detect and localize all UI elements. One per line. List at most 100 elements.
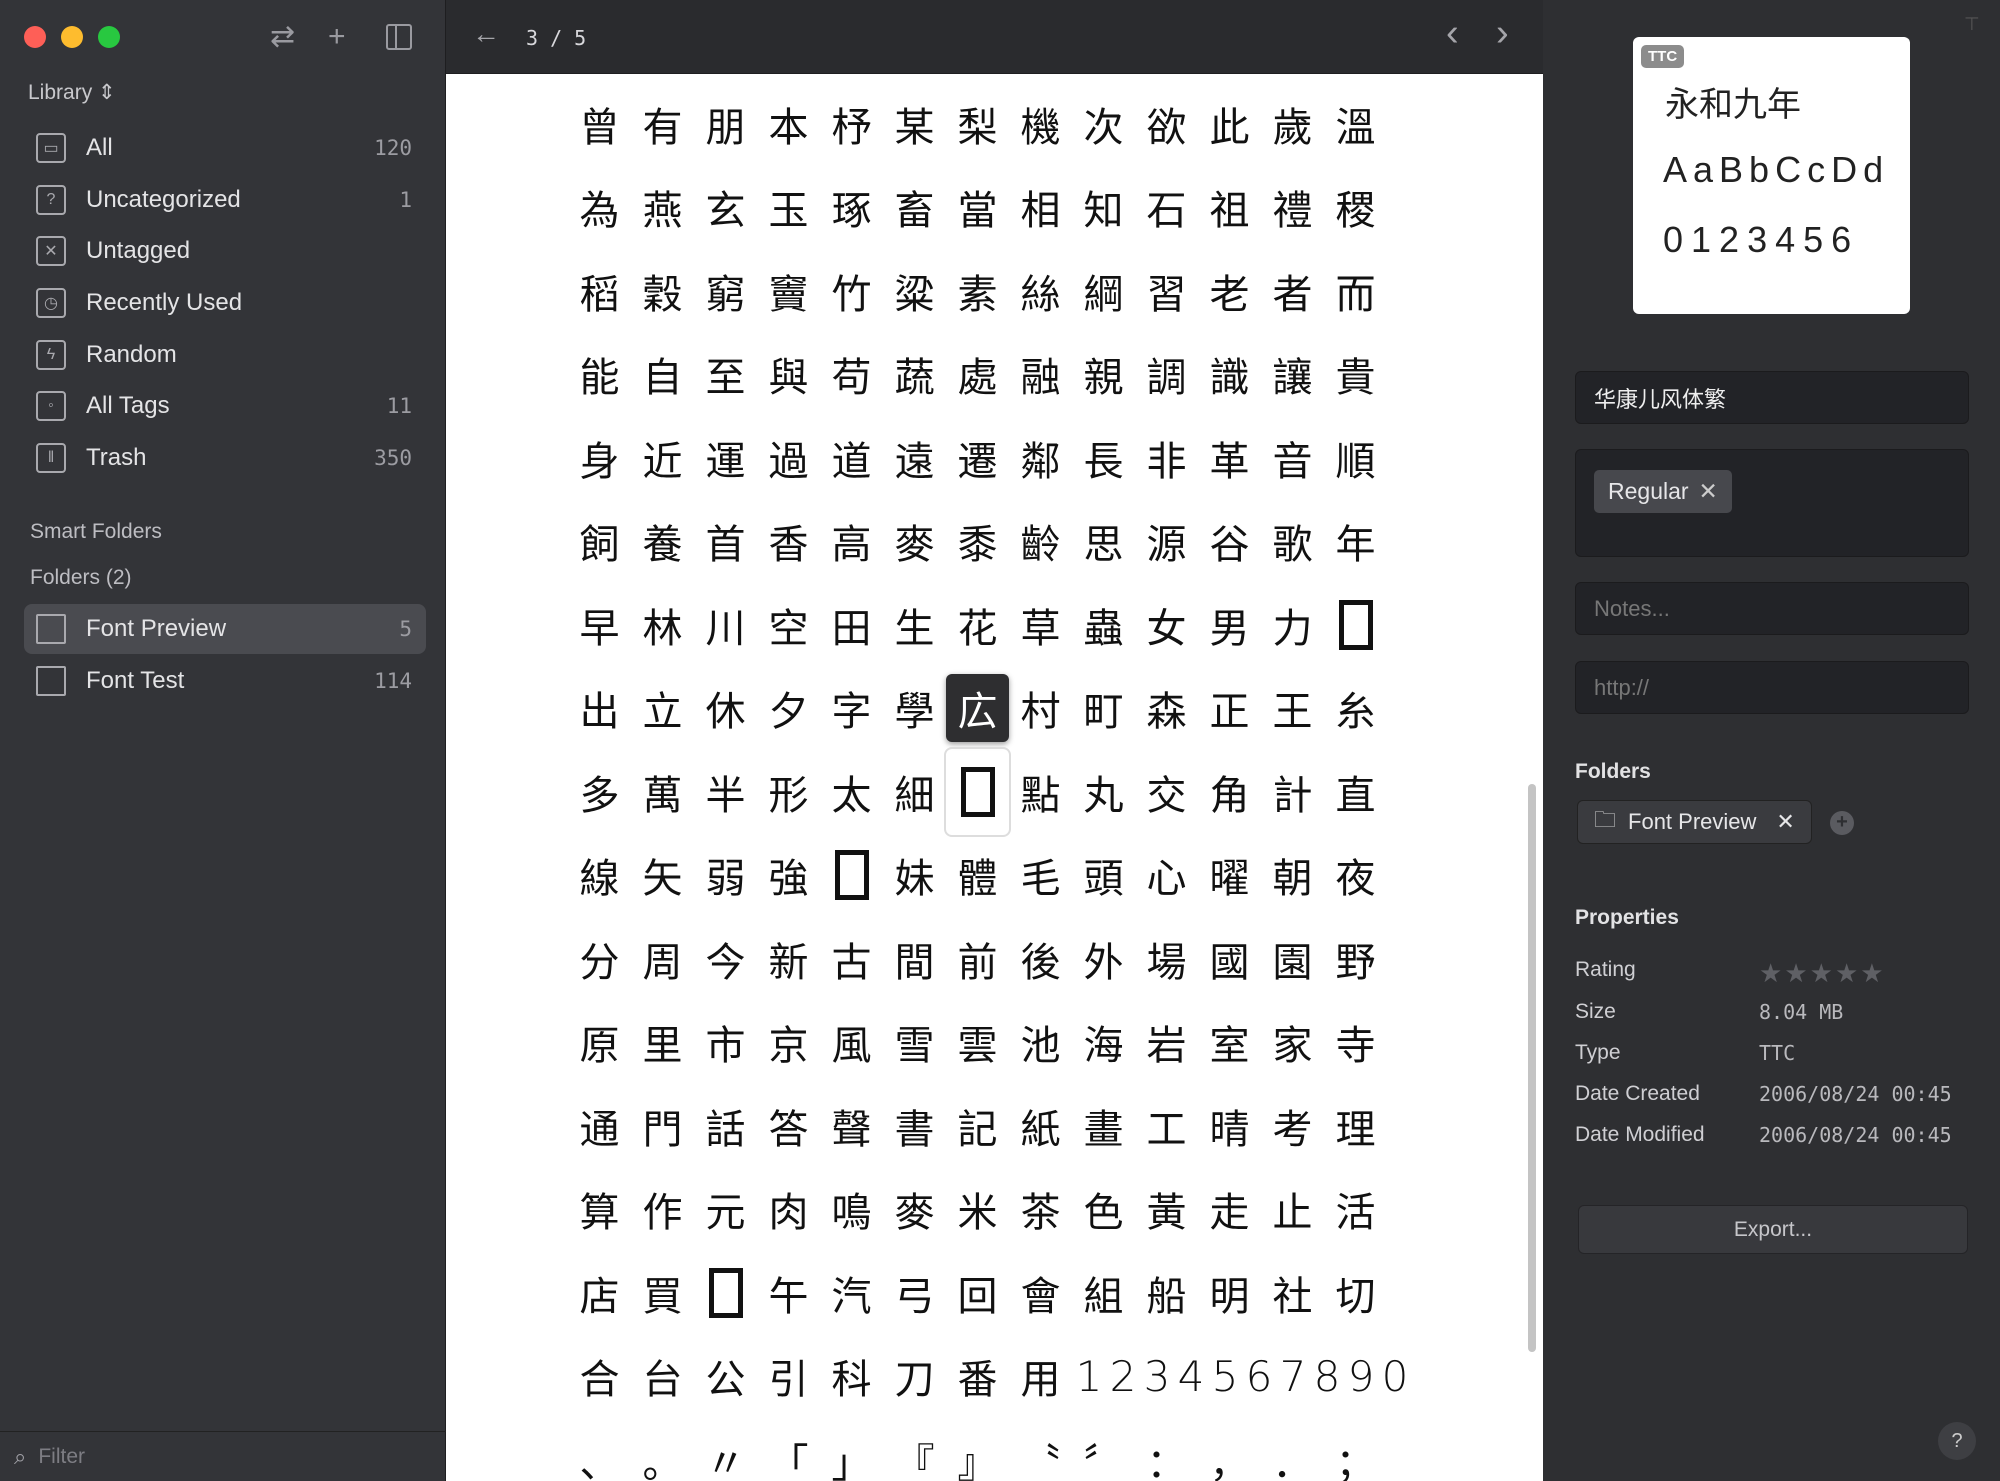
glyph-cell[interactable]: 萬 — [631, 762, 694, 822]
glyph-cell[interactable]: 風 — [820, 1012, 883, 1072]
glyph-cell[interactable]: 自 — [631, 344, 694, 404]
glyph-cell[interactable]: 毛 — [1009, 845, 1072, 905]
glyph-cell[interactable]: 機 — [1009, 94, 1072, 154]
glyph-cell[interactable]: 8 — [1310, 1346, 1344, 1406]
glyph-cell[interactable]: 石 — [1135, 177, 1198, 237]
glyph-cell[interactable]: 妹 — [883, 845, 946, 905]
glyph-cell[interactable]: 店 — [568, 1263, 631, 1323]
glyph-cell[interactable]: 王 — [1261, 678, 1324, 738]
sidebar-item-trash[interactable]: ‖ Trash 350 — [24, 433, 426, 483]
glyph-cell[interactable]: 至 — [694, 344, 757, 404]
glyph-cell[interactable]: 計 — [1261, 762, 1324, 822]
glyph-cell[interactable]: 素 — [946, 261, 1009, 321]
glyph-cell[interactable]: 2 — [1106, 1346, 1140, 1406]
glyph-cell[interactable]: 多 — [568, 762, 631, 822]
glyph-cell[interactable]: 外 — [1072, 929, 1135, 989]
sidebar-toggle-icon[interactable] — [386, 24, 412, 50]
glyph-cell[interactable]: 寺 — [1324, 1012, 1387, 1072]
glyph-cell[interactable]: 茶 — [1009, 1179, 1072, 1239]
glyph-cell[interactable]: 今 — [694, 929, 757, 989]
glyph-cell[interactable]: 角 — [1198, 762, 1261, 822]
glyph-cell[interactable]: 順 — [1324, 428, 1387, 488]
glyph-cell[interactable]: 村 — [1009, 678, 1072, 738]
glyph-cell[interactable]: 能 — [568, 344, 631, 404]
next-chevron-icon[interactable]: › — [1496, 12, 1509, 55]
glyph-cell[interactable]: 讓 — [1261, 344, 1324, 404]
glyph-cell[interactable]: 〝 — [1009, 1430, 1072, 1481]
missing-glyph-cell[interactable]: □ — [694, 1263, 757, 1323]
glyph-cell[interactable]: 野 — [1324, 929, 1387, 989]
glyph-cell[interactable]: 字 — [820, 678, 883, 738]
glyph-cell[interactable]: 遷 — [946, 428, 1009, 488]
add-button[interactable]: + — [328, 20, 346, 54]
glyph-cell[interactable]: 後 — [1009, 929, 1072, 989]
glyph-cell[interactable]: 某 — [883, 94, 946, 154]
glyph-cell[interactable]: 黃 — [1135, 1179, 1198, 1239]
glyph-cell[interactable]: 池 — [1009, 1012, 1072, 1072]
glyph-cell[interactable]: 林 — [631, 595, 694, 655]
help-button[interactable]: ? — [1938, 1422, 1976, 1460]
glyph-cell[interactable]: 國 — [1198, 929, 1261, 989]
glyph-cell[interactable]: 會 — [1009, 1263, 1072, 1323]
glyph-cell[interactable]: 處 — [946, 344, 1009, 404]
glyph-cell[interactable]: 黍 — [946, 511, 1009, 571]
glyph-cell[interactable]: 齡 — [1009, 511, 1072, 571]
glyph-cell[interactable]: 為 — [568, 177, 631, 237]
glyph-cell[interactable]: 穀 — [631, 261, 694, 321]
close-window-button[interactable] — [24, 26, 46, 48]
glyph-cell[interactable]: 〃 — [694, 1430, 757, 1481]
missing-glyph-cell[interactable]: □ — [820, 845, 883, 905]
glyph-cell[interactable]: 社 — [1261, 1263, 1324, 1323]
glyph-cell[interactable]: 場 — [1135, 929, 1198, 989]
glyph-cell[interactable]: 畜 — [883, 177, 946, 237]
glyph-cell[interactable]: 竇 — [757, 261, 820, 321]
glyph-cell[interactable]: 絲 — [1009, 261, 1072, 321]
glyph-cell[interactable]: 而 — [1324, 261, 1387, 321]
folder-item[interactable]: Font Test 114 — [24, 656, 426, 706]
notes-field[interactable]: Notes... — [1575, 582, 1969, 635]
glyph-cell[interactable]: 1 — [1072, 1346, 1106, 1406]
glyph-cell[interactable]: 晴 — [1198, 1096, 1261, 1156]
glyph-cell[interactable]: 生 — [883, 595, 946, 655]
glyph-cell[interactable]: 園 — [1261, 929, 1324, 989]
glyph-cell[interactable]: 海 — [1072, 1012, 1135, 1072]
glyph-cell[interactable]: 弓 — [883, 1263, 946, 1323]
glyph-cell[interactable]: 0 — [1378, 1346, 1412, 1406]
glyph-cell[interactable]: 者 — [1261, 261, 1324, 321]
glyph-cell[interactable]: 革 — [1198, 428, 1261, 488]
glyph-cell[interactable]: 力 — [1261, 595, 1324, 655]
glyph-cell[interactable]: 刀 — [883, 1346, 946, 1406]
glyph-cell[interactable]: 理 — [1324, 1096, 1387, 1156]
glyph-cell[interactable]: 香 — [757, 511, 820, 571]
glyph-cell[interactable]: 玄 — [694, 177, 757, 237]
glyph-cell[interactable]: 3 — [1140, 1346, 1174, 1406]
sidebar-item-uncategorized[interactable]: ? Uncategorized 1 — [24, 175, 426, 225]
glyph-cell[interactable]: 合 — [568, 1346, 631, 1406]
glyph-cell[interactable]: 広 — [946, 674, 1009, 743]
glyph-cell[interactable]: 運 — [694, 428, 757, 488]
glyph-cell[interactable]: 融 — [1009, 344, 1072, 404]
glyph-cell[interactable]: 4 — [1174, 1346, 1208, 1406]
glyph-cell[interactable]: 杼 — [820, 94, 883, 154]
glyph-cell[interactable]: 識 — [1198, 344, 1261, 404]
scrollbar[interactable] — [1528, 784, 1536, 1352]
glyph-cell[interactable]: 琢 — [820, 177, 883, 237]
glyph-cell[interactable]: 竹 — [820, 261, 883, 321]
glyph-cell[interactable]: 畫 — [1072, 1096, 1135, 1156]
smart-folders-label[interactable]: Smart Folders — [30, 520, 162, 544]
glyph-cell[interactable]: 9 — [1344, 1346, 1378, 1406]
glyph-cell[interactable]: 梨 — [946, 94, 1009, 154]
remove-folder-icon[interactable]: ✕ — [1776, 809, 1794, 835]
pin-icon[interactable]: ⊤ — [1964, 14, 1980, 35]
glyph-cell[interactable]: 蟲 — [1072, 595, 1135, 655]
glyph-cell[interactable]: 年 — [1324, 511, 1387, 571]
glyph-cell[interactable]: 『 — [883, 1430, 946, 1481]
glyph-cell[interactable]: 弱 — [694, 845, 757, 905]
glyph-cell[interactable]: 鄰 — [1009, 428, 1072, 488]
glyph-cell[interactable]: 雲 — [946, 1012, 1009, 1072]
glyph-cell[interactable]: 汽 — [820, 1263, 883, 1323]
sidebar-item-recently-used[interactable]: ◷ Recently Used — [24, 278, 426, 328]
font-name-field[interactable]: 华康儿风体繁 — [1575, 371, 1969, 424]
glyph-cell[interactable]: 歲 — [1261, 94, 1324, 154]
glyph-cell[interactable]: 考 — [1261, 1096, 1324, 1156]
